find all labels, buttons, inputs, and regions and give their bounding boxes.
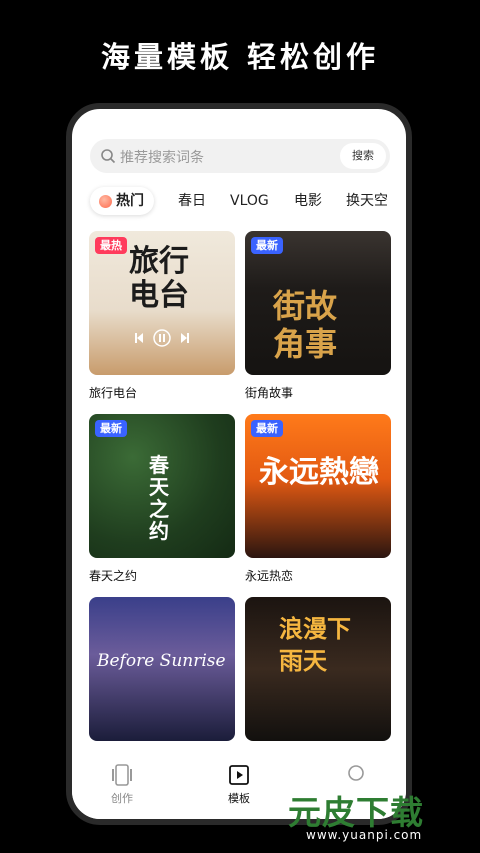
template-card-rainy[interactable]: 浪漫下雨天 xyxy=(245,597,391,741)
play-square-icon xyxy=(229,765,249,785)
audio-controls-icon xyxy=(135,329,189,347)
badge: 最新 xyxy=(95,420,127,437)
card-art-text: 春天之约 xyxy=(149,453,169,543)
card-title: 旅行电台 xyxy=(89,386,138,400)
phone-screen: 推荐搜索词条 搜索 热门 春日 VLOG 电影 换天空 最热 旅行 电台 旅行电… xyxy=(66,103,412,825)
nav-create[interactable]: 创作 xyxy=(92,763,152,806)
card-title: 永远热恋 xyxy=(245,569,294,583)
search-icon xyxy=(101,149,116,164)
card-title: 街角故事 xyxy=(245,386,294,400)
card-title: 春天之约 xyxy=(89,569,138,583)
card-art-text: Before Sunrise xyxy=(97,651,226,671)
card-art-text: 浪漫下雨天 xyxy=(279,614,351,675)
template-card-travel[interactable]: 最热 旅行 电台 xyxy=(89,231,235,375)
category-tabs: 热门 春日 VLOG 电影 换天空 xyxy=(90,187,400,215)
search-bar[interactable]: 推荐搜索词条 搜索 xyxy=(90,139,390,173)
nav-templates[interactable]: 模板 xyxy=(209,763,269,806)
badge: 最新 xyxy=(251,420,283,437)
card-art-text: 街故 角事 xyxy=(273,287,338,363)
template-card-street[interactable]: 最新 街故 角事 xyxy=(245,231,391,375)
flame-icon xyxy=(99,195,112,208)
tab-spring[interactable]: 春日 xyxy=(178,187,206,215)
nav-label: 模板 xyxy=(228,792,250,805)
template-card-love[interactable]: 最新 永远熱戀 xyxy=(245,414,391,558)
template-card-before-sunrise[interactable]: Before Sunrise xyxy=(89,597,235,741)
tab-movie[interactable]: 电影 xyxy=(294,187,322,215)
headline: 海量模板 轻松创作 xyxy=(100,40,380,74)
watermark-logo: 元皮下载 xyxy=(288,793,424,832)
card-art-text: 永远熱戀 xyxy=(259,455,379,490)
template-card-spring[interactable]: 最新 春天之约 xyxy=(89,414,235,558)
search-input[interactable]: 推荐搜索词条 xyxy=(120,147,204,167)
card-art-text: 旅行 电台 xyxy=(129,244,189,313)
tab-change-sky[interactable]: 换天空 xyxy=(346,187,388,215)
search-button[interactable]: 搜索 xyxy=(340,143,386,169)
tab-label: 热门 xyxy=(116,193,144,209)
watermark-url: www.yuanpi.com xyxy=(306,828,423,842)
phone-frame-icon xyxy=(112,764,132,786)
nav-label: 创作 xyxy=(111,792,133,805)
badge: 最新 xyxy=(251,237,283,254)
badge: 最热 xyxy=(95,237,127,254)
circle-icon xyxy=(348,765,364,781)
tab-vlog[interactable]: VLOG xyxy=(230,187,269,215)
tab-hot[interactable]: 热门 xyxy=(90,187,154,215)
